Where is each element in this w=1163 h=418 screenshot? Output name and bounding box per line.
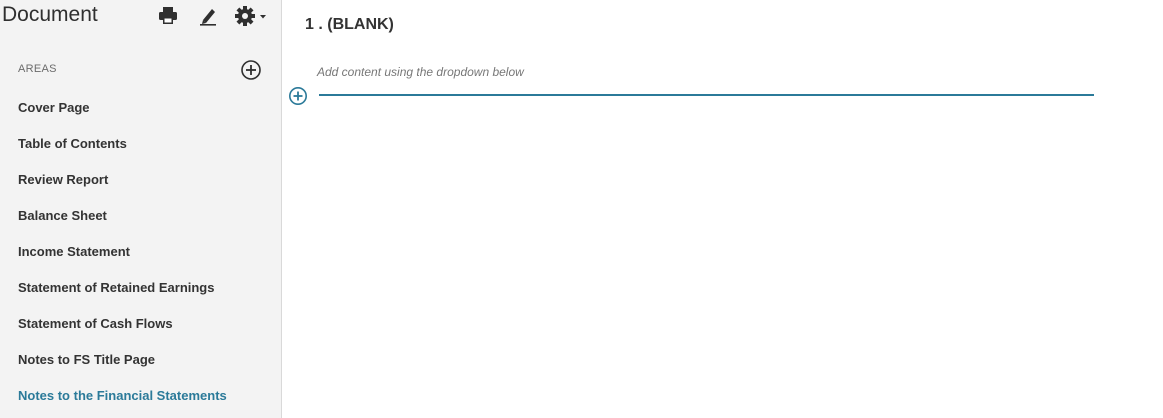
content-insert-line (319, 94, 1094, 96)
plus-circle-icon (241, 60, 261, 80)
sidebar-item-review-report[interactable]: Review Report (0, 162, 282, 198)
sidebar-item-balance-sheet[interactable]: Balance Sheet (0, 198, 282, 234)
sidebar-title: Document (2, 3, 98, 26)
sidebar-item-cover-page[interactable]: Cover Page (0, 90, 282, 126)
main-content: 1 . (BLANK) Add content using the dropdo… (283, 0, 1163, 418)
sidebar-item-income-statement[interactable]: Income Statement (0, 234, 282, 270)
printer-icon[interactable] (156, 4, 180, 28)
sidebar-item-statement-of-cash-flows[interactable]: Statement of Cash Flows (0, 306, 282, 342)
plus-circle-icon (289, 87, 307, 105)
section-title: 1 . (BLANK) (305, 16, 394, 33)
sidebar-item-statement-of-retained-earnings[interactable]: Statement of Retained Earnings (0, 270, 282, 306)
sidebar-item-notes-to-the-financial-statements[interactable]: Notes to the Financial Statements (0, 378, 282, 414)
areas-label: AREAS (18, 63, 57, 75)
sidebar: Document AREAS Cover Page Table of Conte… (0, 0, 282, 418)
add-area-button[interactable] (240, 59, 262, 81)
gear-dropdown-icon[interactable] (234, 4, 268, 28)
edit-pencil-icon[interactable] (196, 4, 220, 28)
sidebar-item-notes-to-fs-title-page[interactable]: Notes to FS Title Page (0, 342, 282, 378)
add-content-hint: Add content using the dropdown below (317, 65, 524, 79)
sidebar-header: Document (0, 0, 282, 34)
sidebar-item-table-of-contents[interactable]: Table of Contents (0, 126, 282, 162)
areas-row: AREAS (18, 58, 264, 82)
areas-nav-list: Cover Page Table of Contents Review Repo… (0, 90, 282, 414)
add-content-button[interactable] (288, 86, 308, 106)
